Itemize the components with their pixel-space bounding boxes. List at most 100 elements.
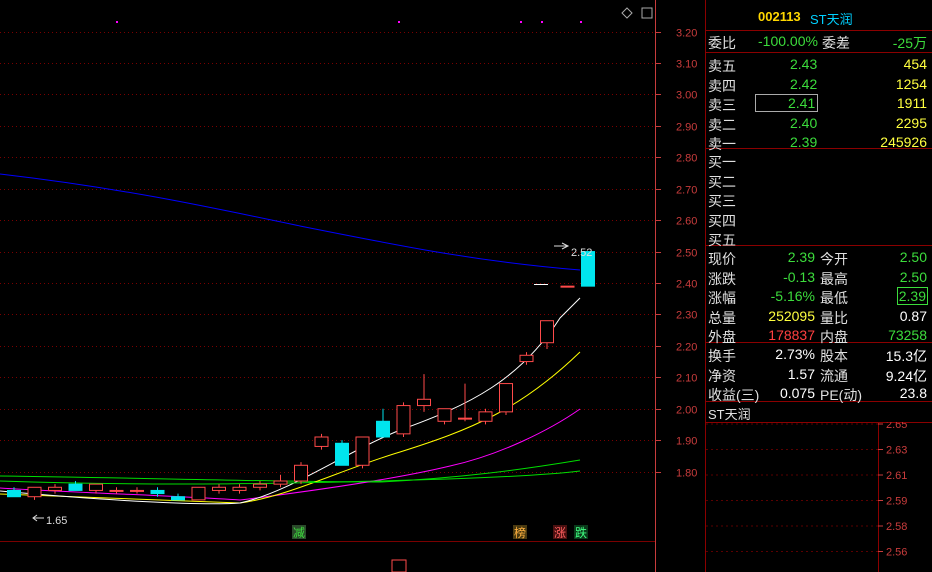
kline-chart[interactable]: 3.20 3.10 3.00 2.90 2.80 2.70 2.60 2.50 2.40 2.30… [0, 0, 705, 572]
ask-volume: 245926 [880, 134, 927, 150]
signal-marker[interactable]: 涨 [554, 525, 566, 540]
fund-value: 15.3亿 [885, 348, 927, 364]
event-marker-dot [580, 21, 582, 23]
y-tick-label: 2.50 [676, 248, 697, 260]
stock-name: ST天润 [810, 12, 853, 27]
diamond-icon[interactable] [621, 7, 633, 19]
ask-price: 2.39 [790, 134, 818, 150]
candle-body-down [150, 489, 165, 495]
moving-average-line [0, 459, 581, 483]
quote-value: 2.39 [787, 249, 815, 265]
high-arrow [554, 242, 570, 250]
y-tick-label: 1.90 [676, 436, 697, 448]
quote-label: 最高 [820, 270, 848, 287]
fund-value: 9.24亿 [885, 367, 927, 384]
quote-value: 73258 [888, 327, 927, 343]
event-marker-dot [541, 21, 543, 23]
ask-volume: 1254 [895, 75, 927, 92]
candle-body-up [48, 486, 62, 491]
candle-body-up [540, 320, 554, 344]
candle-body-up [294, 464, 308, 482]
ask-volume: 2295 [895, 114, 927, 131]
quote-row: 涨幅 -5.16% 最低 2.39 [706, 287, 932, 306]
event-marker-dot [398, 21, 400, 23]
y-tick-label: 2.40 [676, 279, 697, 291]
quote-label: 涨跌 [708, 270, 736, 287]
fund-value: 2.73% [775, 346, 815, 362]
quote-label: 量比 [820, 309, 848, 326]
fund-value: 23.8 [899, 385, 927, 401]
fund-label: 流通 [820, 367, 848, 384]
quote-label: 涨幅 [708, 290, 736, 306]
event-marker-dot [520, 21, 522, 23]
candle-body-up [499, 383, 513, 413]
low-arrow [32, 514, 44, 522]
candle-body-down [68, 483, 83, 491]
ask-price: 2.42 [790, 75, 818, 92]
event-marker-dot [116, 21, 118, 23]
candle-body-down [335, 442, 349, 466]
mini-chart[interactable]: 2.65 2.63 2.61 2.59 2.58 2.56 [706, 422, 932, 572]
candle-body-up [109, 489, 124, 492]
quote-value: 2.39 [896, 287, 929, 305]
mini-tick-label: 2.59 [886, 496, 907, 508]
ask-label: 卖二 [708, 116, 736, 133]
ask-row: 卖一 2.39 245926 [706, 133, 932, 152]
candle-body-up [314, 436, 329, 447]
quote-label: 总量 [708, 309, 736, 326]
volume-bar [391, 559, 407, 572]
bid-label: 买三 [708, 193, 736, 209]
y-tick-label: 2.90 [676, 122, 697, 134]
ask-volume: 454 [903, 56, 927, 72]
candle-body-up [355, 436, 370, 466]
fund-row: 净资 1.57 流通 9.24亿 [706, 365, 932, 384]
candle-body-up [478, 411, 493, 422]
candle-body-down [376, 420, 390, 438]
mini-tick-label: 2.61 [886, 470, 907, 482]
ask-row: 卖五 2.43 454 [706, 55, 932, 74]
moving-average-line [0, 351, 581, 504]
quote-label: 最低 [820, 290, 848, 306]
y-tick-label: 3.10 [676, 59, 697, 71]
candle-body-down [7, 489, 21, 498]
candle-body-up [396, 405, 411, 435]
candle-body-up [273, 480, 288, 485]
ask-price: 2.40 [790, 114, 818, 131]
quote-value: 2.50 [899, 249, 927, 265]
signal-marker[interactable]: 跌 [575, 525, 587, 540]
candle-body-up [130, 489, 144, 492]
bid-label: 买一 [708, 154, 736, 170]
maximize-icon[interactable] [641, 7, 653, 19]
moving-average-line [0, 173, 581, 271]
bid-row: 买四 [706, 210, 932, 229]
signal-marker[interactable]: 减 [293, 526, 305, 540]
fund-label: PE(动) [820, 387, 862, 403]
candle-body-up [437, 408, 452, 422]
quote-panel: 002113 ST天润 委比 -100.00% 委差 -25万 ST天润 2.6… [705, 0, 932, 572]
quote-value: -0.13 [783, 268, 815, 285]
bid-row: 买三 [706, 190, 932, 209]
order-diff-label: 委差 [822, 35, 850, 51]
ask-volume: 1911 [896, 95, 927, 111]
mini-tick-label: 2.65 [886, 422, 907, 431]
signal-marker[interactable]: 榜 [514, 525, 526, 540]
bid-row: 买一 [706, 151, 932, 170]
candle-body-up [560, 285, 575, 288]
divider [706, 52, 932, 53]
high-annotation: 2.52 [571, 247, 592, 259]
y-tick-label: 2.80 [676, 153, 697, 165]
quote-label: 现价 [708, 251, 736, 267]
moving-average-line [0, 408, 581, 501]
mini-tick-label: 2.56 [886, 547, 907, 559]
bid-label: 买二 [708, 173, 736, 190]
candle-body-down [171, 496, 185, 501]
quote-value: 2.50 [899, 268, 927, 285]
bid-row: 买五 [706, 229, 932, 248]
kline-chart-area[interactable]: 3.20 3.10 3.00 2.90 2.80 2.70 2.60 2.50 2.40 2.30… [0, 0, 705, 572]
y-tick-label: 2.70 [676, 185, 697, 197]
bid-label: 买四 [708, 212, 736, 229]
quote-row: 现价 2.39 今开 2.50 [706, 248, 932, 267]
candle-body-up [191, 486, 206, 501]
candle-body-up [253, 483, 267, 488]
y-tick-label: 2.30 [676, 310, 697, 322]
